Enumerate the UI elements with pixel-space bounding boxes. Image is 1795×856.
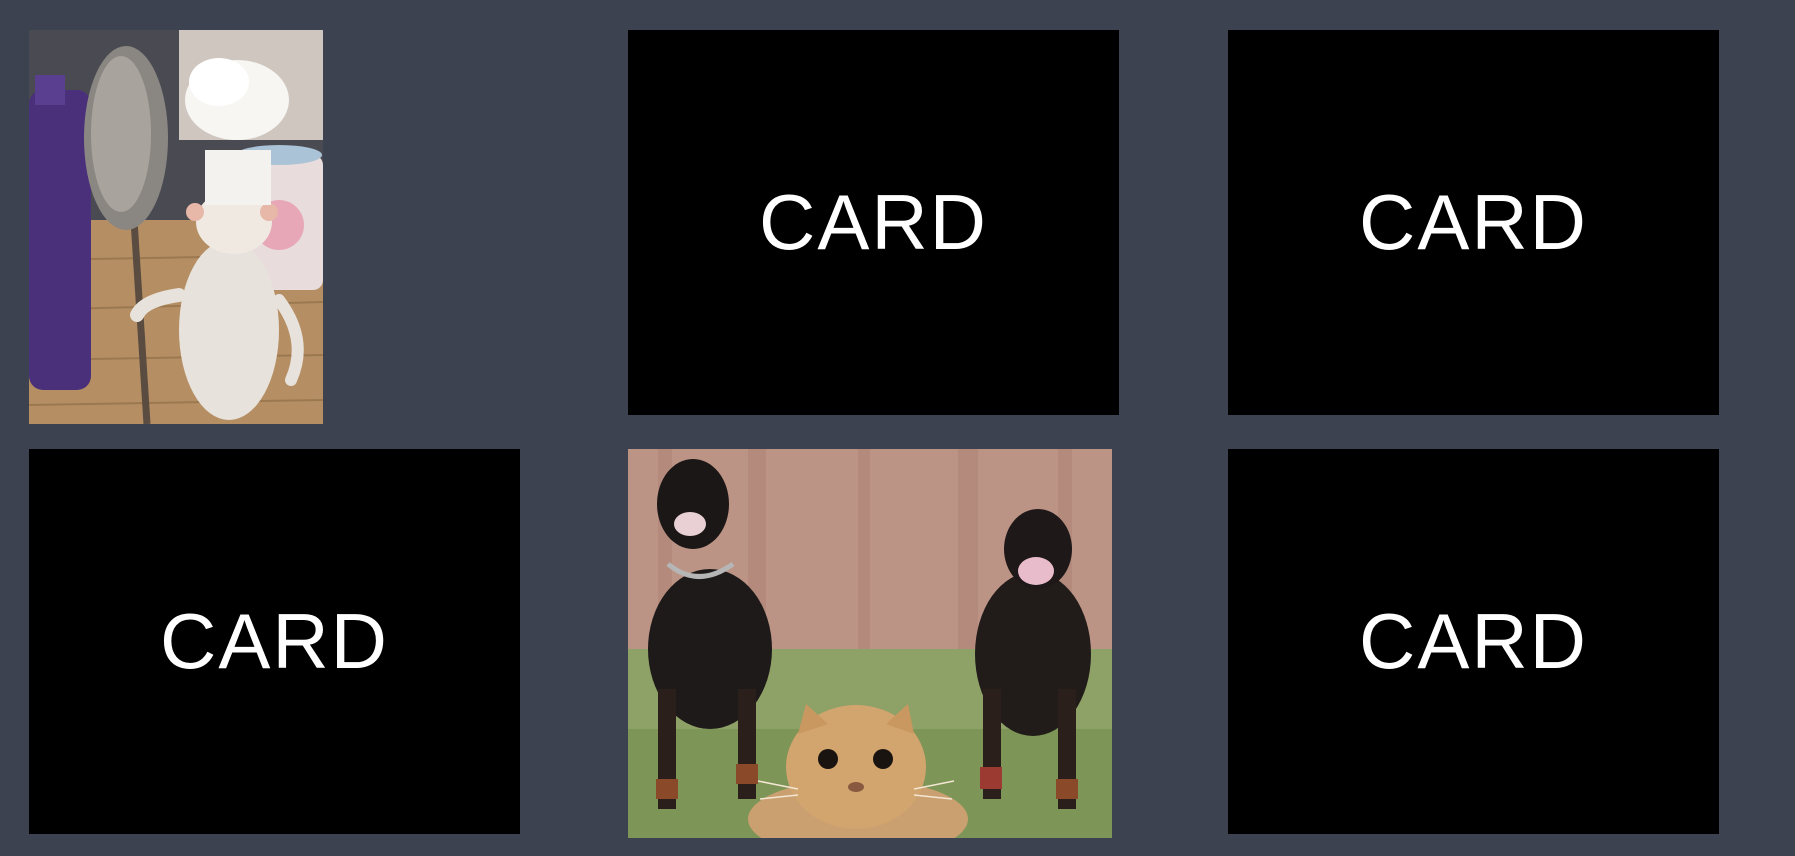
card-face-down[interactable]: CARD (29, 449, 520, 834)
card-label: CARD (758, 178, 988, 266)
rottweilers-chasing-cat-photo (628, 449, 1112, 838)
memory-game-board: CARD CARD CARD CARD (0, 0, 1795, 856)
card-label: CARD (1358, 178, 1588, 266)
card-face-down[interactable]: CARD (1228, 30, 1719, 415)
card-face-up-dogs-chasing-cat[interactable] (628, 449, 1112, 838)
card-face-up-chef-rat[interactable] (29, 30, 323, 424)
card-face-down[interactable]: CARD (1228, 449, 1719, 834)
chef-rat-photo (29, 30, 323, 424)
card-face-down[interactable]: CARD (628, 30, 1119, 415)
card-label: CARD (1358, 597, 1588, 685)
card-label: CARD (159, 597, 389, 685)
